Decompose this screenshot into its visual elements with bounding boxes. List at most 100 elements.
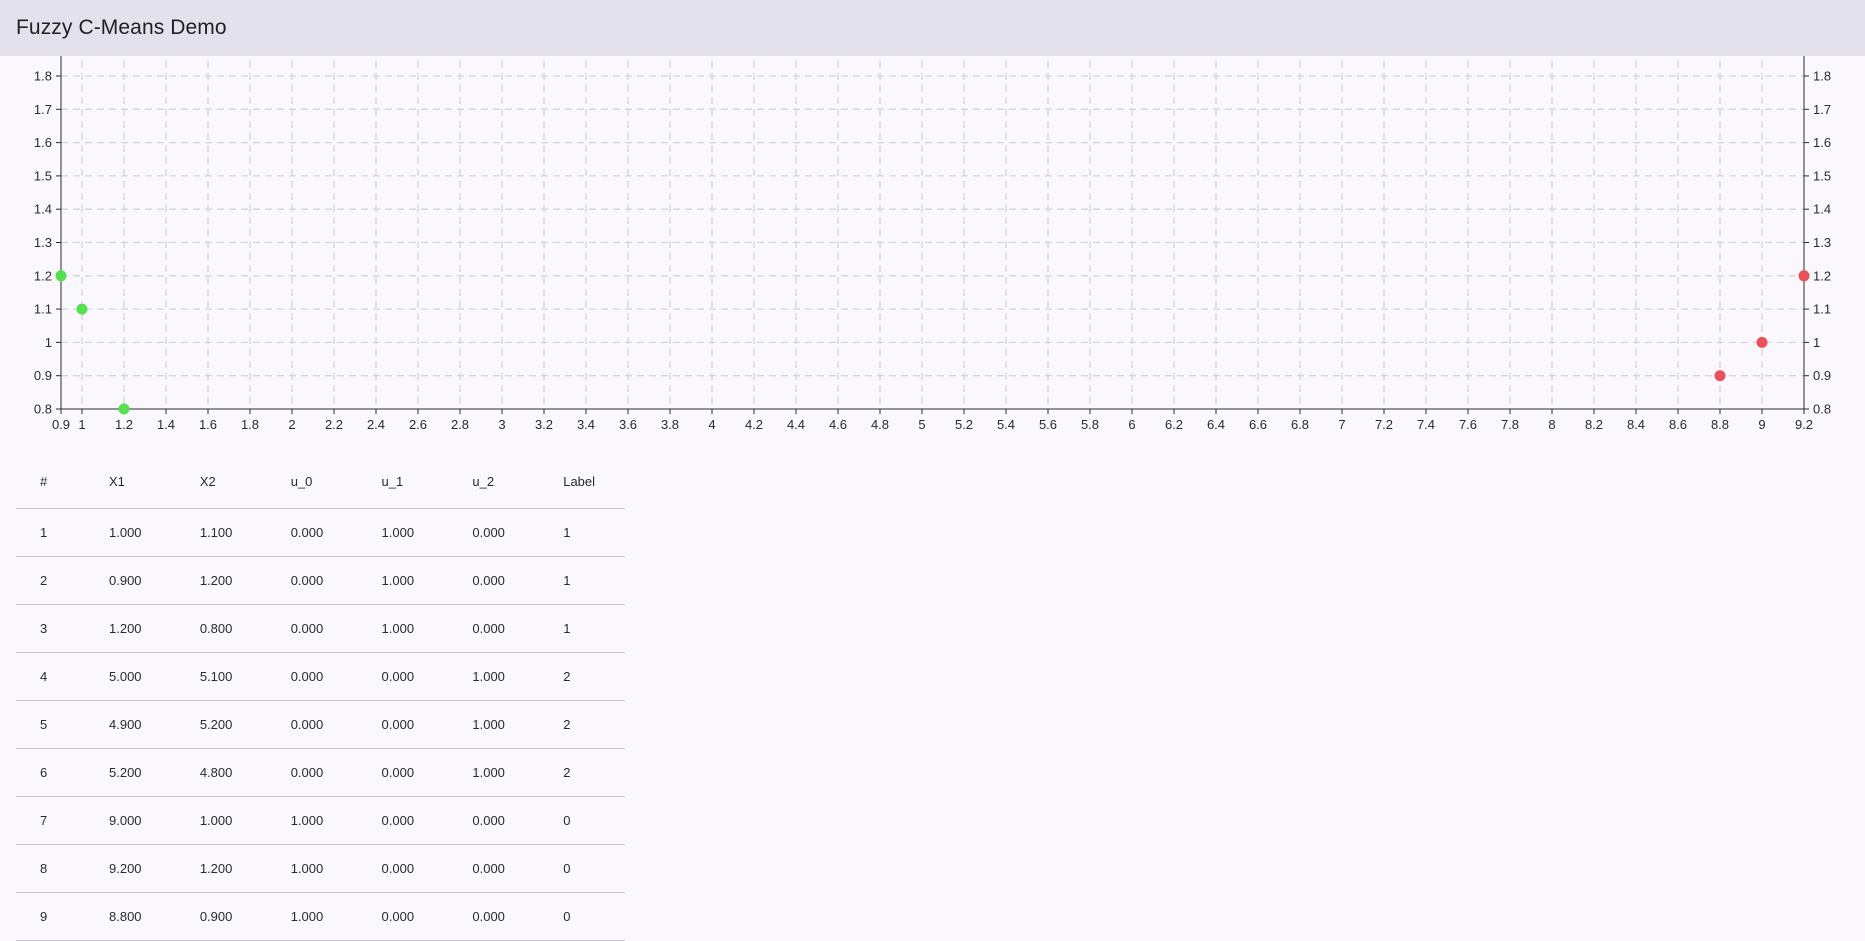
table-cell: 0.000 — [444, 844, 536, 893]
x-tick-label: 8.4 — [1627, 417, 1645, 432]
x-tick-label: 5 — [918, 417, 925, 432]
table-cell: 0.000 — [262, 508, 354, 557]
x-tick-label: 1.4 — [157, 417, 175, 432]
y-tick-label-right: 1.7 — [1813, 102, 1831, 117]
column-header: u_2 — [444, 456, 536, 509]
table-cell: 1.000 — [353, 604, 445, 653]
table-cell: 0.000 — [262, 700, 354, 749]
x-tick-label: 1.8 — [241, 417, 259, 432]
x-tick-label: 8.6 — [1669, 417, 1687, 432]
table-cell: 1.000 — [444, 652, 536, 701]
table-cell: 0.000 — [353, 652, 445, 701]
table-header-row: # X1 X2 u_0 u_1 u_2 Label — [16, 456, 625, 509]
y-tick-label-left: 1.6 — [34, 135, 52, 150]
table-cell: 0.900 — [171, 892, 263, 941]
table-cell: 1.000 — [353, 556, 445, 605]
x-tick-label: 8 — [1548, 417, 1555, 432]
x-tick-label: 9 — [1758, 417, 1765, 432]
table-cell: 1.000 — [81, 508, 172, 557]
table-cell: 1.000 — [262, 892, 354, 941]
table-cell: 5 — [16, 700, 81, 749]
app-bar: Fuzzy C-Means Demo — [0, 0, 1865, 56]
table-body: 1 1.000 1.100 0.000 1.000 0.000 1 2 0.900 1.200 0.… — [16, 508, 625, 941]
x-tick-label: 7.4 — [1417, 417, 1435, 432]
table-cell: 8 — [16, 844, 81, 893]
data-point — [55, 270, 67, 282]
table-cell: 0 — [535, 844, 625, 893]
table-cell: 0.800 — [171, 604, 263, 653]
table-cell: 1.200 — [81, 604, 172, 653]
table-cell: 0.000 — [444, 556, 536, 605]
table-cell: 9.000 — [81, 796, 172, 845]
table-cell: 0.000 — [262, 604, 354, 653]
y-tick-label-left: 0.8 — [34, 402, 52, 417]
x-tick-label: 3 — [498, 417, 505, 432]
table-row: 3 1.200 0.800 0.000 1.000 0.000 1 — [16, 604, 625, 653]
table-cell: 9.200 — [81, 844, 172, 893]
x-tick-label: 3.4 — [577, 417, 595, 432]
table-cell: 9 — [16, 892, 81, 941]
table-cell: 1.100 — [171, 508, 263, 557]
x-tick-label: 4 — [708, 417, 715, 432]
scatter-chart-svg: 0.9 1 1.2 1.4 1.6 1.8 2 2.2 2.4 2.6 2.8 3 3.2 3.4 3.6 3… — [34, 56, 1831, 432]
membership-table: # X1 X2 u_0 u_1 u_2 Label 1 1.000 1.100 0.000 1.00… — [16, 456, 625, 941]
table-cell: 0.000 — [353, 844, 445, 893]
table-row: 1 1.000 1.100 0.000 1.000 0.000 1 — [16, 508, 625, 557]
column-header: u_1 — [353, 456, 445, 509]
y-tick-label-left: 1.4 — [34, 202, 52, 217]
x-tick-label: 2.8 — [451, 417, 469, 432]
y-tick-label-left: 1.7 — [34, 102, 52, 117]
table-cell: 1 — [16, 508, 81, 557]
table-cell: 2 — [16, 556, 81, 605]
table-row: 7 9.000 1.000 1.000 0.000 0.000 0 — [16, 796, 625, 845]
table-cell: 1.000 — [171, 796, 263, 845]
x-tick-label: 2.2 — [325, 417, 343, 432]
table-cell: 0.000 — [444, 892, 536, 941]
x-tick-label: 4.4 — [787, 417, 805, 432]
x-tick-label: 7 — [1338, 417, 1345, 432]
table-cell: 1.000 — [444, 700, 536, 749]
table-cell: 8.800 — [81, 892, 172, 941]
x-tick-label: 1 — [78, 417, 85, 432]
table-row: 4 5.000 5.100 0.000 0.000 1.000 2 — [16, 652, 625, 701]
y-tick-label-right: 0.9 — [1813, 368, 1831, 383]
table-cell: 5.000 — [81, 652, 172, 701]
table-cell: 0.000 — [262, 652, 354, 701]
table-cell: 1.200 — [171, 844, 263, 893]
table-cell: 0.000 — [444, 604, 536, 653]
table-cell: 0.000 — [353, 892, 445, 941]
table-cell: 4.900 — [81, 700, 172, 749]
table-cell: 5.200 — [81, 748, 172, 797]
x-tick-label: 1.6 — [199, 417, 217, 432]
x-tick-label: 6.2 — [1165, 417, 1183, 432]
column-header: X1 — [81, 456, 172, 509]
x-tick-label: 2 — [288, 417, 295, 432]
table-cell: 0.000 — [353, 748, 445, 797]
table-cell: 1.000 — [262, 844, 354, 893]
x-tick-label: 8.2 — [1585, 417, 1603, 432]
y-tick-label-left: 1.5 — [34, 168, 52, 183]
table-cell: 0.000 — [353, 700, 445, 749]
x-tick-label: 0.9 — [52, 417, 70, 432]
y-tick-label-right: 1.4 — [1813, 202, 1831, 217]
table-cell: 4 — [16, 652, 81, 701]
x-tick-label: 5.2 — [955, 417, 973, 432]
x-tick-label: 9.2 — [1795, 417, 1813, 432]
table-cell: 1.000 — [262, 796, 354, 845]
table-cell: 1.000 — [353, 508, 445, 557]
table-row: 2 0.900 1.200 0.000 1.000 0.000 1 — [16, 556, 625, 605]
x-tick-label: 4.8 — [871, 417, 889, 432]
x-tick-label: 4.2 — [745, 417, 763, 432]
column-header: Label — [535, 456, 625, 509]
x-tick-label: 5.6 — [1039, 417, 1057, 432]
table-cell: 1 — [535, 556, 625, 605]
y-tick-label-left: 1 — [45, 335, 52, 350]
table-cell: 5.200 — [171, 700, 263, 749]
table-row: 6 5.200 4.800 0.000 0.000 1.000 2 — [16, 748, 625, 797]
y-tick-label-left: 1.8 — [34, 69, 52, 84]
data-point — [76, 303, 88, 315]
table-cell: 0 — [535, 892, 625, 941]
table-cell: 0.000 — [353, 796, 445, 845]
data-point — [1798, 270, 1810, 282]
x-tick-label: 7.6 — [1459, 417, 1477, 432]
